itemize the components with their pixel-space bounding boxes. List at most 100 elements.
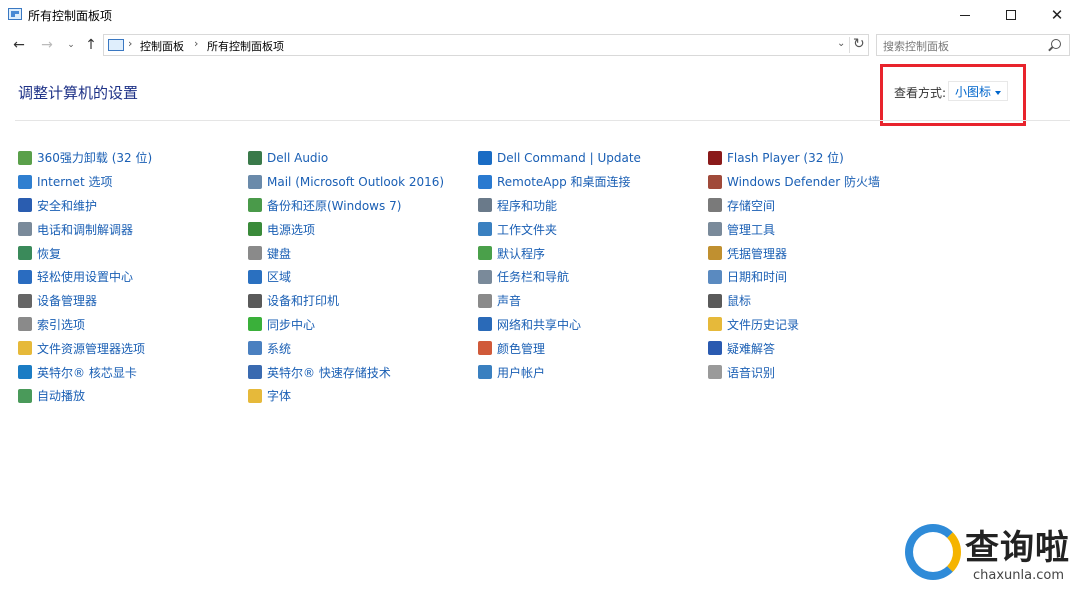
control-panel-item[interactable]: 同步中心 <box>248 313 478 337</box>
breadcrumb-separator[interactable]: › <box>194 37 198 50</box>
mail-icon <box>248 174 262 189</box>
search-input[interactable]: 搜索控制面板 <box>876 34 1070 56</box>
search-icon[interactable] <box>1051 39 1061 49</box>
programs-icon <box>478 198 492 213</box>
maximize-button[interactable] <box>988 0 1034 30</box>
up-button[interactable]: ↑ <box>82 35 100 55</box>
control-panel-item[interactable]: 备份和还原(Windows 7) <box>248 194 478 218</box>
control-panel-item-label: 用户帐户 <box>497 365 546 380</box>
control-panel-item-label: 存储空间 <box>727 198 776 213</box>
minimize-button[interactable] <box>942 0 988 30</box>
control-panel-item-label: 文件历史记录 <box>727 317 800 332</box>
control-panel-item[interactable]: 恢复 <box>18 241 248 265</box>
control-panel-item[interactable]: 安全和维护 <box>18 194 248 218</box>
close-button[interactable]: ✕ <box>1034 0 1080 30</box>
control-panel-item[interactable]: 颜色管理 <box>478 336 708 360</box>
control-panel-item-label: 管理工具 <box>727 222 776 237</box>
control-panel-item[interactable]: 360强力卸载 (32 位) <box>18 146 248 170</box>
device-manager-icon <box>18 293 32 308</box>
control-panel-item[interactable]: 网络和共享中心 <box>478 313 708 337</box>
control-panel-item[interactable]: 声音 <box>478 289 708 313</box>
control-panel-item[interactable]: 程序和功能 <box>478 194 708 218</box>
control-panel-item[interactable]: 字体 <box>248 384 478 408</box>
control-panel-item[interactable]: 设备和打印机 <box>248 289 478 313</box>
address-dropdown-icon[interactable]: ⌄ <box>837 38 845 49</box>
control-panel-item[interactable]: 英特尔® 快速存储技术 <box>248 360 478 384</box>
file-history-icon <box>708 317 722 332</box>
control-panel-item[interactable]: 日期和时间 <box>708 265 938 289</box>
breadcrumb-control-panel[interactable]: 控制面板 <box>140 38 184 54</box>
close-icon: ✕ <box>1050 6 1064 24</box>
control-panel-item-label: 字体 <box>267 389 292 404</box>
control-panel-item[interactable]: Internet 选项 <box>18 170 248 194</box>
color-management-icon <box>478 341 492 356</box>
control-panel-item-label: Mail (Microsoft Outlook 2016) <box>267 174 445 189</box>
folder-options-icon <box>18 341 32 356</box>
control-panel-item-label: 360强力卸载 (32 位) <box>37 151 153 166</box>
control-panel-item[interactable]: 设备管理器 <box>18 289 248 313</box>
network-icon <box>478 317 492 332</box>
control-panel-item[interactable]: Windows Defender 防火墙 <box>708 170 938 194</box>
breadcrumb-separator[interactable]: › <box>128 37 132 50</box>
control-panel-item[interactable]: 电源选项 <box>248 217 478 241</box>
control-panel-item-label: 任务栏和导航 <box>497 270 570 285</box>
control-panel-item[interactable]: 文件历史记录 <box>708 313 938 337</box>
control-panel-item[interactable]: 凭据管理器 <box>708 241 938 265</box>
forward-button[interactable]: → <box>38 35 56 55</box>
control-panel-item[interactable]: Mail (Microsoft Outlook 2016) <box>248 170 478 194</box>
control-panel-icon <box>108 39 124 51</box>
control-panel-item[interactable]: 索引选项 <box>18 313 248 337</box>
control-panel-item[interactable]: 鼠标 <box>708 289 938 313</box>
control-panel-item[interactable]: 用户帐户 <box>478 360 708 384</box>
control-panel-item-label: 程序和功能 <box>497 198 558 213</box>
control-panel-item[interactable]: 存储空间 <box>708 194 938 218</box>
control-panel-item[interactable]: 任务栏和导航 <box>478 265 708 289</box>
control-panel-item-label: 英特尔® 核芯显卡 <box>37 365 137 380</box>
control-panel-item[interactable]: 工作文件夹 <box>478 217 708 241</box>
back-button[interactable]: ← <box>10 35 28 55</box>
recent-locations-button[interactable]: ⌄ <box>62 35 80 55</box>
phone-modem-icon <box>18 222 32 237</box>
intel-rst-icon <box>248 365 262 380</box>
refresh-icon[interactable]: ↻ <box>853 36 865 52</box>
control-panel-item-label: 默认程序 <box>497 246 546 261</box>
breadcrumb-all-items[interactable]: 所有控制面板项 <box>207 38 284 54</box>
control-panel-item[interactable]: 文件资源管理器选项 <box>18 336 248 360</box>
control-panel-item[interactable]: 疑难解答 <box>708 336 938 360</box>
search-placeholder: 搜索控制面板 <box>883 40 949 53</box>
keyboard-icon <box>248 246 262 261</box>
control-panel-item[interactable]: 管理工具 <box>708 217 938 241</box>
control-panel-item[interactable]: 自动播放 <box>18 384 248 408</box>
intel-graphics-icon <box>18 365 32 380</box>
uninstall-icon <box>18 150 32 165</box>
region-icon <box>248 269 262 284</box>
control-panel-item[interactable]: Flash Player (32 位) <box>708 146 938 170</box>
control-panel-item-label: 安全和维护 <box>37 198 98 213</box>
control-panel-item-label: 网络和共享中心 <box>497 317 582 332</box>
control-panel-item[interactable]: Dell Command | Update <box>478 146 708 170</box>
control-panel-item-label: RemoteApp 和桌面连接 <box>497 175 631 190</box>
address-bar[interactable]: › 控制面板 › 所有控制面板项 ⌄ ↻ <box>103 34 869 56</box>
control-panel-item-label: 凭据管理器 <box>727 246 788 261</box>
control-panel-item[interactable]: 键盘 <box>248 241 478 265</box>
control-panel-item-label: 备份和还原(Windows 7) <box>267 198 402 213</box>
control-panel-item[interactable]: RemoteApp 和桌面连接 <box>478 170 708 194</box>
control-panel-item[interactable]: 语音识别 <box>708 360 938 384</box>
autoplay-icon <box>18 388 32 403</box>
control-panel-item-label: 索引选项 <box>37 317 86 332</box>
control-panel-item-label: 电话和调制解调器 <box>37 222 134 237</box>
header-divider <box>15 120 1070 121</box>
minimize-icon <box>960 14 970 16</box>
divider <box>849 37 850 53</box>
control-panel-item[interactable]: 区域 <box>248 265 478 289</box>
control-panel-item[interactable]: 默认程序 <box>478 241 708 265</box>
remoteapp-icon <box>478 174 492 189</box>
control-panel-item[interactable]: 系统 <box>248 336 478 360</box>
control-panel-item-label: 颜色管理 <box>497 341 546 356</box>
control-panel-item[interactable]: 轻松使用设置中心 <box>18 265 248 289</box>
control-panel-item[interactable]: Dell Audio <box>248 146 478 170</box>
flash-icon <box>708 150 722 165</box>
control-panel-item[interactable]: 英特尔® 核芯显卡 <box>18 360 248 384</box>
control-panel-item-label: Flash Player (32 位) <box>727 151 844 166</box>
control-panel-item[interactable]: 电话和调制解调器 <box>18 217 248 241</box>
